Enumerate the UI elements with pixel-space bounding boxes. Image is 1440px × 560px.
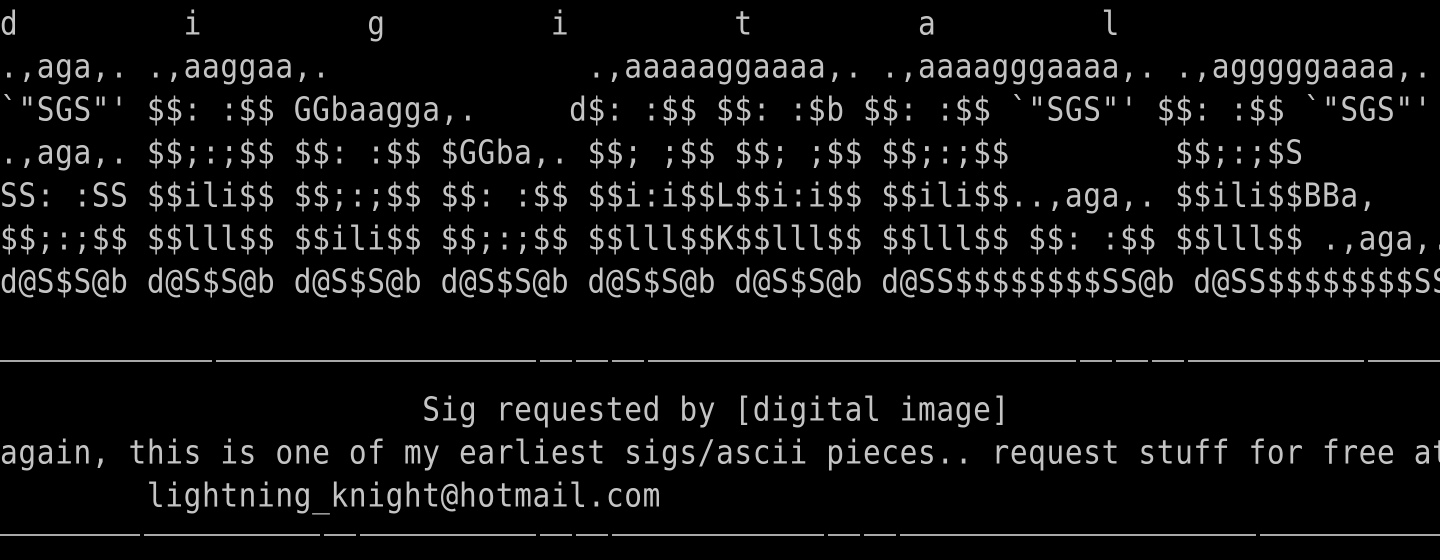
bottom-divider-gap — [1256, 533, 1260, 537]
ascii-art-line-2: .,aga,. .,aaggaa,. .,aaaaaggaaaa,. .,aaa… — [0, 47, 1433, 86]
bottom-divider-gap — [536, 533, 540, 537]
ascii-art-line-7: d@S$S@b d@S$S@b d@S$S@b d@S$S@b d@S$S@b … — [0, 262, 1440, 301]
ascii-art-line-4: .,aga,. $$;:;$$ $$: :$$ $GGba,. $$; ;$$ … — [0, 133, 1304, 172]
bottom-divider-rule — [0, 534, 1440, 536]
bottom-divider-gap — [356, 533, 360, 537]
sig-request-title: Sig requested by [digital image] — [0, 390, 1010, 429]
top-divider-gap — [212, 359, 216, 363]
bottom-divider-gap — [824, 533, 828, 537]
ascii-art-line-6: $$;:;$$ $$lll$$ $$ili$$ $$;:;$$ $$lll$$K… — [0, 219, 1440, 258]
top-divider-gap — [1364, 359, 1368, 363]
contact-email: lightning_knight@hotmail.com — [0, 476, 661, 515]
terminal-screen: d i g i t a l .,aga,. .,aaggaa,. .,aaaaa… — [0, 0, 1440, 560]
bottom-divider-gap — [572, 533, 576, 537]
bottom-divider-gap — [896, 533, 900, 537]
top-divider-gap — [644, 359, 648, 363]
top-divider-rule — [0, 360, 1440, 362]
bottom-divider-gap — [608, 533, 612, 537]
ascii-art-line-3: `"SGS"' $$: :$$ GGbaagga,. d$: :$$ $$: :… — [0, 90, 1433, 129]
top-divider-gap — [608, 359, 612, 363]
top-divider-gap — [1112, 359, 1116, 363]
ascii-art-line-5: SS: :SS $$ili$$ $$;:;$$ $$: :$$ $$i:i$$L… — [0, 176, 1378, 215]
sig-message: again, this is one of my earliest sigs/a… — [0, 433, 1440, 472]
top-divider-gap — [1148, 359, 1152, 363]
ascii-art-line-1: d i g i t a l — [0, 4, 1120, 43]
top-divider-gap — [572, 359, 576, 363]
top-divider-gap — [1184, 359, 1188, 363]
bottom-divider-gap — [320, 533, 324, 537]
top-divider-gap — [1076, 359, 1080, 363]
bottom-divider-gap — [860, 533, 864, 537]
bottom-divider-gap — [140, 533, 144, 537]
top-divider-gap — [536, 359, 540, 363]
